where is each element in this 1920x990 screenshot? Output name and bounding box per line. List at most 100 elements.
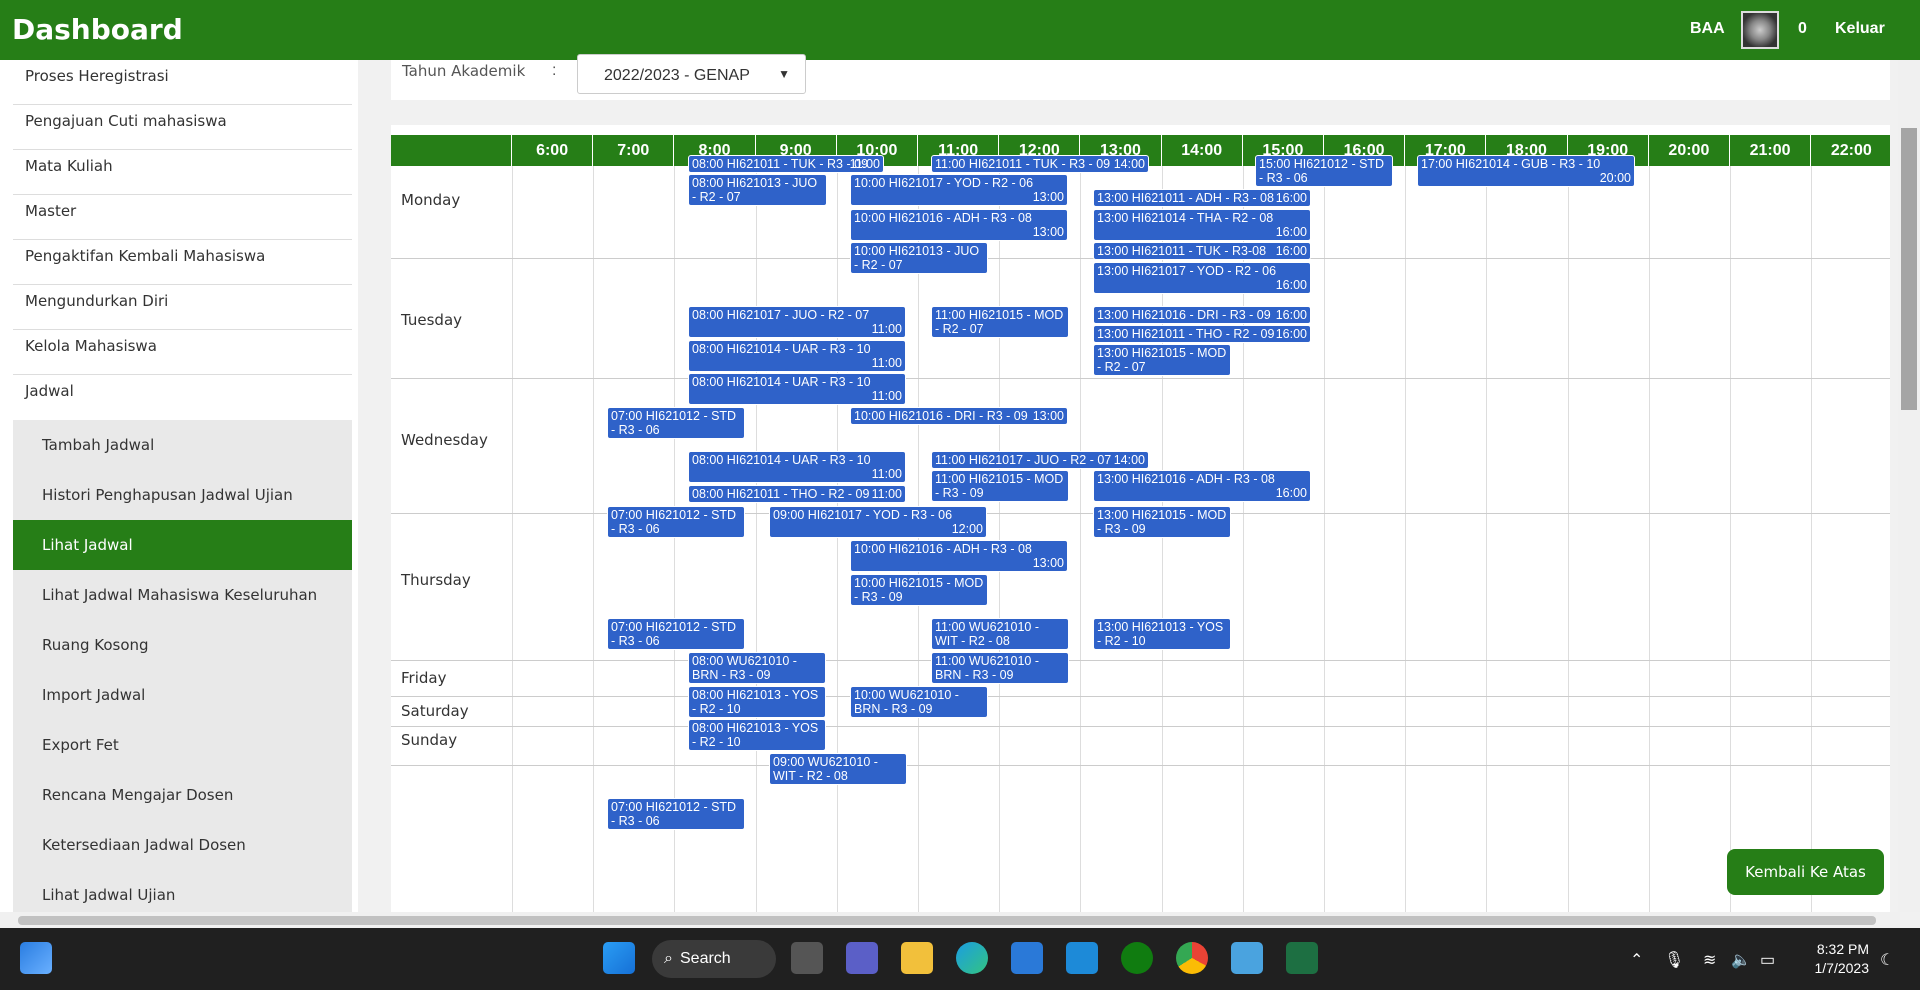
event-end-time: 10:00 [692, 716, 822, 717]
schedule-event[interactable]: 11:00 HI621011 - TUK - R3 - 09 14:00 [931, 155, 1149, 173]
sidebar-subitem-export-fet[interactable]: Export Fet [13, 720, 352, 770]
notepad-icon[interactable] [1231, 942, 1263, 974]
sidebar-subitem-ruang-kosong[interactable]: Ruang Kosong [13, 620, 352, 670]
schedule-event[interactable]: 13:00 HI621011 - TUK - R3-08 16:00 [1093, 242, 1311, 260]
scrollbar-thumb-horizontal[interactable] [18, 916, 1876, 925]
sidebar-item-pengaktifan-kembali[interactable]: Pengaktifan Kembali Mahasiswa [13, 240, 352, 285]
grid-row-line [391, 696, 1890, 697]
sidebar-subitem-rencana-mengajar[interactable]: Rencana Mengajar Dosen [13, 770, 352, 820]
sidebar-subitem-lihat-jadwal-mahasiswa[interactable]: Lihat Jadwal Mahasiswa Keseluruhan [13, 570, 352, 620]
battery-icon[interactable]: ▭ [1760, 950, 1775, 970]
edge-browser-icon[interactable] [956, 942, 988, 974]
notification-icon[interactable]: ☾ [1880, 950, 1894, 970]
schedule-event[interactable]: 08:00 HI621014 - UAR - R3 - 10 11:00 [688, 451, 906, 483]
schedule-event[interactable]: 10:00 HI621013 - JUO - R2 - 0712:00 [850, 242, 988, 274]
schedule-event[interactable]: 10:00 HI621016 - ADH - R3 - 08 13:00 [850, 209, 1068, 241]
sidebar-item-kelola-mahasiswa[interactable]: Kelola Mahasiswa [13, 330, 352, 375]
sidebar-subitem-import-jadwal[interactable]: Import Jadwal [13, 670, 352, 720]
schedule-event[interactable]: 13:00 HI621014 - THA - R2 - 08 16:00 [1093, 209, 1311, 241]
schedule-event[interactable]: 10:00 HI621015 - MOD - R3 - 0912:00 [850, 574, 988, 606]
schedule-event[interactable]: 11:00 WU621010 - BRN - R3 - 0913:00 [931, 652, 1069, 684]
wifi-icon[interactable]: ≋ [1703, 950, 1716, 970]
taskbar-clock[interactable]: 8:32 PM 1/7/2023 [1805, 940, 1870, 978]
schedule-event[interactable]: 13:00 HI621015 - MOD - R3 - 0915:00 [1093, 506, 1231, 538]
clock-time: 8:32 PM [1816, 941, 1869, 957]
notification-count[interactable]: 0 [1798, 20, 1807, 38]
schedule-event[interactable]: 13:00 HI621011 - ADH - R3 - 08 16:00 [1093, 189, 1311, 207]
academic-year-select[interactable]: 2022/2023 - GENAP ▼ [577, 54, 806, 94]
schedule-event[interactable]: 13:00 HI621013 - YOS - R2 - 1015:00 [1093, 618, 1231, 650]
schedule-event[interactable]: 08:00 HI621011 - TUK - R3 - 09 11:00 [688, 155, 884, 173]
event-title: 11:00 HI621015 - MOD - R3 - 09 [935, 472, 1064, 500]
schedule-event[interactable]: 11:00 HI621015 - MOD - R2 - 0713:00 [931, 306, 1069, 338]
taskbar-search[interactable]: ⌕ Search [652, 940, 776, 978]
day-label-friday: Friday [401, 669, 447, 687]
schedule-event[interactable]: 08:00 HI621014 - UAR - R3 - 10 11:00 [688, 340, 906, 372]
sidebar-subitem-ketersediaan-jadwal[interactable]: Ketersediaan Jadwal Dosen [13, 820, 352, 870]
sidebar-item-jadwal[interactable]: Jadwal [13, 375, 352, 420]
task-view-icon[interactable] [791, 942, 823, 974]
sidebar-item-master[interactable]: Master [13, 195, 352, 240]
sidebar-subitem-histori-penghapusan[interactable]: Histori Penghapusan Jadwal Ujian [13, 470, 352, 520]
chrome-icon[interactable] [1176, 942, 1208, 974]
excel-icon[interactable] [1286, 942, 1318, 974]
schedule-grid: 6:00 7:00 8:00 9:00 10:00 11:00 12:00 13:00 14:0… [391, 125, 1890, 912]
schedule-event[interactable]: 13:00 HI621015 - MOD - R2 - 0715:00 [1093, 344, 1231, 376]
avatar[interactable] [1741, 11, 1779, 49]
chevron-up-icon[interactable]: ⌃ [1630, 950, 1643, 970]
schedule-event[interactable]: 08:00 HI621013 - JUO - R2 - 0710:00 [688, 174, 827, 206]
sidebar-item-mengundurkan-diri[interactable]: Mengundurkan Diri [13, 285, 352, 330]
schedule-event[interactable]: 08:00 WU621010 - BRN - R3 - 0910:00 [688, 652, 826, 684]
schedule-event[interactable]: 13:00 HI621011 - THO - R2 - 09 16:00 [1093, 325, 1311, 343]
event-end-time: 15:00 [1097, 374, 1227, 375]
microphone-icon[interactable]: 🎙 [1664, 950, 1684, 970]
xbox-icon[interactable] [1121, 942, 1153, 974]
schedule-event[interactable]: 13:00 HI621016 - ADH - R3 - 08 16:00 [1093, 470, 1311, 502]
schedule-event[interactable]: 08:00 HI621014 - UAR - R3 - 10 11:00 [688, 373, 906, 405]
schedule-event[interactable]: 10:00 HI621017 - YOD - R2 - 06 13:00 [850, 174, 1068, 206]
scrollbar-thumb[interactable] [1901, 128, 1917, 410]
volume-icon[interactable]: 🔈 [1731, 950, 1751, 970]
schedule-event[interactable]: 08:00 HI621013 - YOS - R2 - 1010:00 [688, 719, 826, 751]
sidebar-subitem-tambah-jadwal[interactable]: Tambah Jadwal [13, 420, 352, 470]
schedule-event[interactable]: 13:00 HI621017 - YOD - R2 - 06 16:00 [1093, 262, 1311, 294]
schedule-event[interactable]: 07:00 HI621012 - STD - R3 - 0609:00 [607, 618, 745, 650]
windows-start-icon[interactable] [603, 942, 635, 974]
sidebar-item-mata-kuliah[interactable]: Mata Kuliah [13, 150, 352, 195]
schedule-event[interactable]: 09:00 WU621010 - WIT - R2 - 0811:00 [769, 753, 907, 785]
schedule-event[interactable]: 15:00 HI621012 - STD - R3 - 0617:00 [1255, 155, 1393, 187]
widgets-icon[interactable] [20, 942, 52, 974]
day-label-saturday: Saturday [401, 702, 469, 720]
file-explorer-icon[interactable] [901, 942, 933, 974]
schedule-event[interactable]: 08:00 HI621017 - JUO - R2 - 07 11:00 [688, 306, 906, 338]
sidebar-subitem-lihat-jadwal[interactable]: Lihat Jadwal [13, 520, 352, 570]
schedule-event[interactable]: 10:00 HI621016 - DRI - R3 - 09 13:00 [850, 407, 1068, 425]
schedule-event[interactable]: 10:00 WU621010 - BRN - R3 - 0912:00 [850, 686, 988, 718]
event-title: 09:00 HI621017 - YOD - R3 - 06 [773, 508, 953, 522]
vertical-scrollbar[interactable] [1898, 60, 1920, 912]
store-icon[interactable] [1011, 942, 1043, 974]
event-title: 11:00 WU621010 - BRN - R3 - 09 [935, 654, 1039, 682]
schedule-event[interactable]: 07:00 HI621012 - STD - R3 - 0609:00 [607, 798, 745, 830]
sidebar-item-pengajuan-cuti[interactable]: Pengajuan Cuti mahasiswa [13, 105, 352, 150]
logout-link[interactable]: Keluar [1835, 20, 1885, 38]
event-title: 13:00 HI621013 - YOS - R2 - 10 [1097, 620, 1224, 648]
sidebar-item-proses-heregistrasi[interactable]: Proses Heregistrasi [13, 60, 352, 105]
chat-icon[interactable] [846, 942, 878, 974]
schedule-event[interactable]: 07:00 HI621012 - STD - R3 - 0609:00 [607, 407, 745, 439]
schedule-event[interactable]: 11:00 WU621010 - WIT - R2 - 0813:00 [931, 618, 1069, 650]
back-to-top-button[interactable]: Kembali Ke Atas [1727, 849, 1884, 895]
sidebar-subitem-lihat-jadwal-ujian[interactable]: Lihat Jadwal Ujian [13, 870, 352, 912]
schedule-event[interactable]: 09:00 HI621017 - YOD - R3 - 06 12:00 [769, 506, 987, 538]
horizontal-scrollbar[interactable] [0, 912, 1900, 928]
schedule-event[interactable]: 10:00 HI621016 - ADH - R3 - 08 13:00 [850, 540, 1068, 572]
schedule-event[interactable]: 08:00 HI621011 - THO - R2 - 09 11:00 [688, 485, 906, 503]
schedule-event[interactable]: 11:00 HI621017 - JUO - R2 - 07 14:00 [931, 451, 1149, 469]
schedule-event[interactable]: 08:00 HI621013 - YOS - R2 - 1010:00 [688, 686, 826, 718]
schedule-event[interactable]: 17:00 HI621014 - GUB - R3 - 10 20:00 [1417, 155, 1635, 187]
l-app-icon[interactable] [1066, 942, 1098, 974]
schedule-event[interactable]: 11:00 HI621015 - MOD - R3 - 0913:00 [931, 470, 1069, 502]
schedule-event[interactable]: 07:00 HI621012 - STD - R3 - 0609:00 [607, 506, 745, 538]
schedule-event[interactable]: 13:00 HI621016 - DRI - R3 - 09 16:00 [1093, 306, 1311, 324]
event-title: 13:00 HI621014 - THA - R2 - 08 [1097, 211, 1274, 225]
